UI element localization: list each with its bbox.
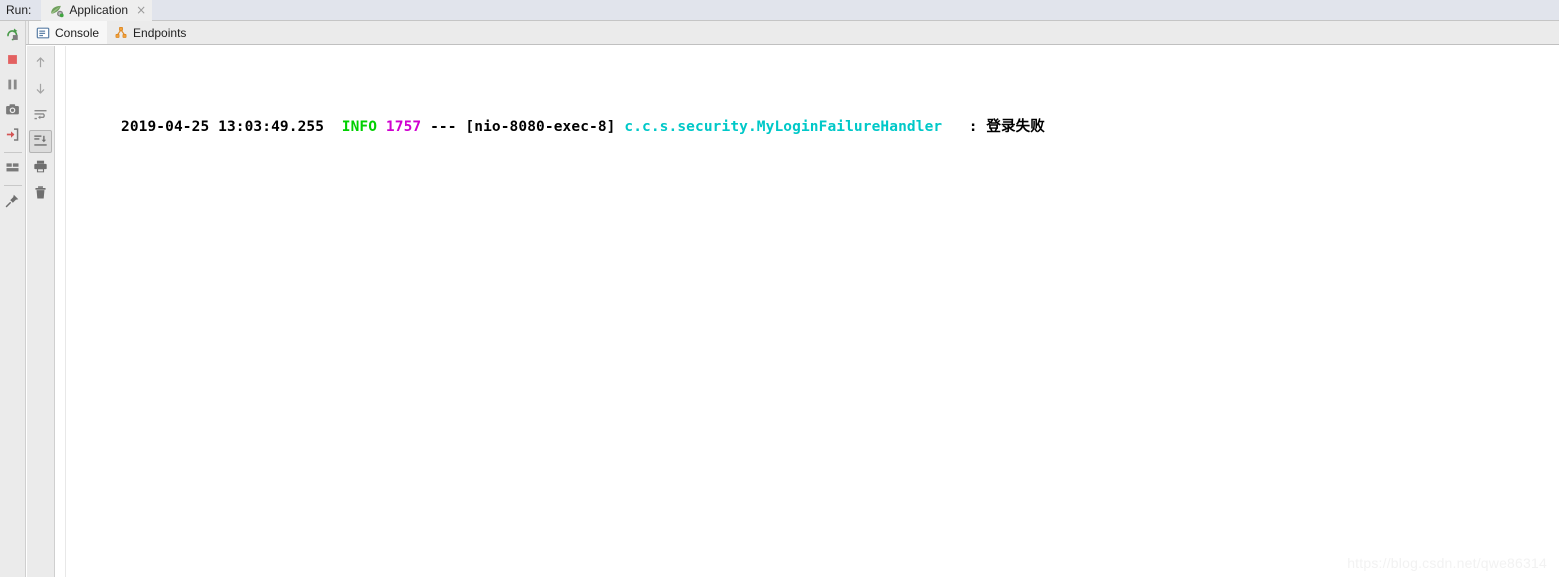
clear-all-button[interactable] — [29, 182, 52, 205]
console-log-text: 2019-04-25 13:03:49.255 INFO 1757 --- [n… — [68, 50, 1045, 204]
run-tab-title: Application — [69, 3, 129, 17]
soft-wrap-icon — [33, 107, 48, 125]
console-gutter — [56, 46, 66, 577]
settings-layout-button[interactable] — [1, 157, 25, 181]
log-level: INFO — [341, 119, 378, 135]
tab-console-label: Console — [55, 25, 100, 40]
arrow-up-icon — [33, 55, 48, 73]
pause-button[interactable] — [1, 74, 25, 98]
tab-console[interactable]: Console — [29, 21, 108, 44]
log-logger: c.c.s.security.MyLoginFailureHandler — [624, 119, 943, 135]
spring-boot-leaf-icon — [49, 3, 64, 18]
scroll-to-end-button[interactable] — [29, 130, 52, 153]
scroll-to-end-icon — [33, 133, 48, 151]
tab-endpoints[interactable]: Endpoints — [107, 21, 194, 44]
log-timestamp: 2019-04-25 13:03:49.255 — [120, 119, 325, 135]
run-tool-window-header: Run: Application × — [0, 0, 1559, 21]
thread-dump-button[interactable] — [1, 99, 25, 123]
arrow-down-icon — [33, 81, 48, 99]
log-gap-2 — [377, 119, 386, 135]
stop-icon — [5, 52, 20, 70]
run-configuration-tab-application[interactable]: Application × — [41, 0, 153, 21]
toolbar-separator — [3, 152, 22, 153]
stop-button[interactable] — [1, 49, 25, 73]
log-padding — [942, 119, 969, 135]
printer-icon — [33, 159, 48, 177]
log-thread: [nio-8080-exec-8] — [465, 119, 616, 135]
rerun-button[interactable] — [1, 24, 25, 48]
print-button[interactable] — [29, 156, 52, 179]
log-gap-1 — [324, 119, 342, 135]
layout-icon — [5, 160, 20, 178]
trash-icon — [33, 185, 48, 203]
console-view-tab-strip: Console Endpoints — [0, 21, 1559, 45]
export-arrow-icon — [5, 127, 20, 145]
log-separator: --- — [421, 119, 466, 135]
console-toolbar-secondary — [27, 46, 55, 577]
pause-icon — [5, 77, 20, 95]
console-output-panel[interactable]: 2019-04-25 13:03:49.255 INFO 1757 --- [n… — [56, 46, 1559, 577]
soft-wrap-button[interactable] — [29, 104, 52, 127]
pin-tab-button[interactable] — [1, 190, 25, 214]
tab-endpoints-label: Endpoints — [133, 25, 187, 40]
pin-icon — [5, 193, 20, 211]
console-icon — [36, 26, 50, 40]
run-toolbar-primary — [0, 21, 26, 577]
log-line: 2019-04-25 13:03:49.255 INFO 1757 --- [n… — [68, 94, 1045, 160]
watermark: https://blog.csdn.net/qwe86314 — [1347, 555, 1547, 571]
run-label: Run: — [6, 3, 32, 17]
down-the-stack-trace-button[interactable] — [29, 78, 52, 101]
up-the-stack-trace-button[interactable] — [29, 52, 52, 75]
log-colon: : — [968, 119, 987, 135]
close-icon[interactable]: × — [136, 4, 146, 16]
rerun-icon — [5, 27, 20, 45]
restore-layout-button[interactable] — [1, 124, 25, 148]
log-message: 登录失败 — [986, 119, 1045, 135]
endpoints-icon — [114, 26, 128, 40]
toolbar-separator — [3, 185, 22, 186]
log-pid: 1757 — [385, 119, 422, 135]
camera-icon — [5, 102, 20, 120]
